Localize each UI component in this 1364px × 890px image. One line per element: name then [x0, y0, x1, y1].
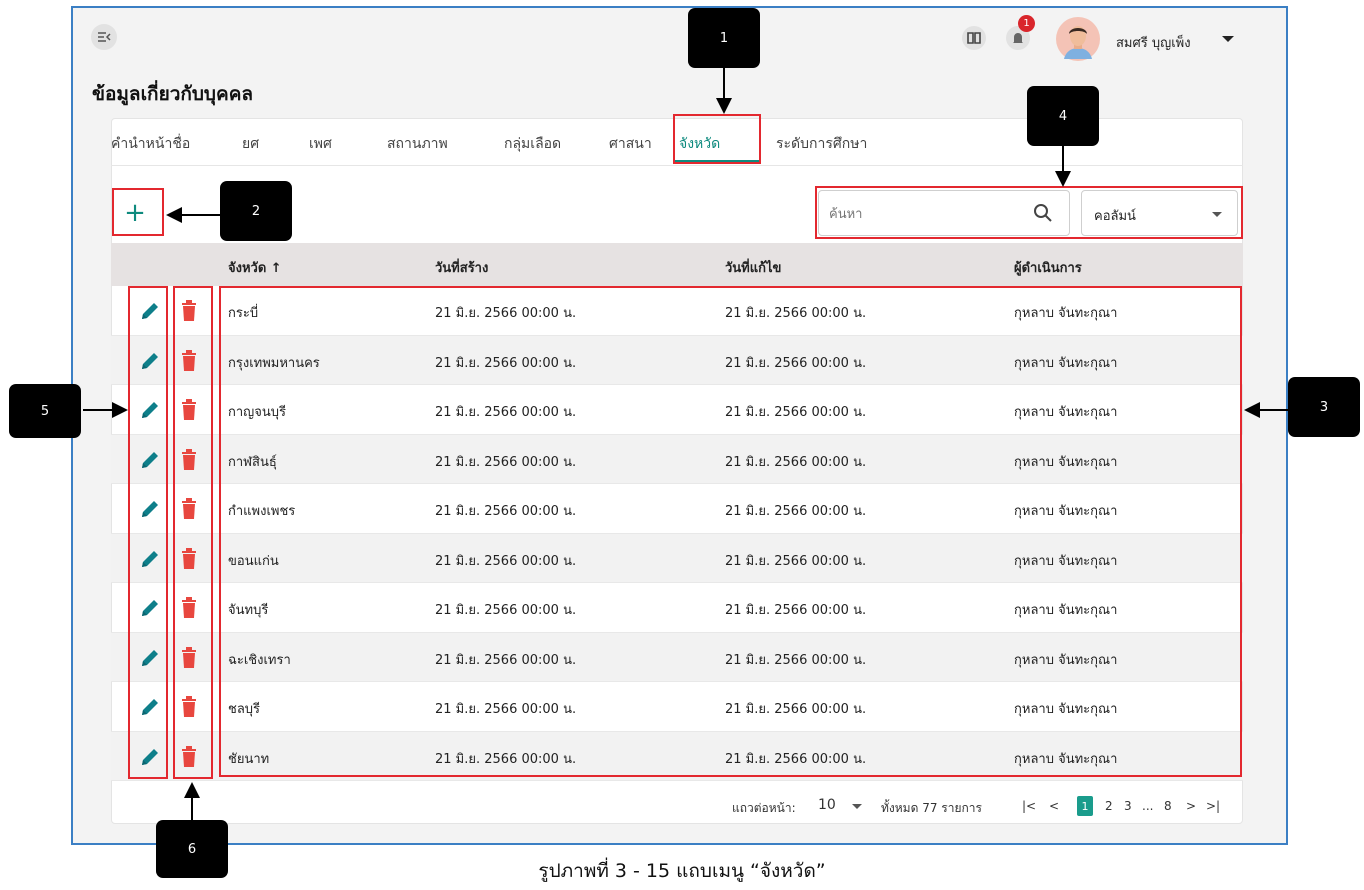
tab-religion[interactable]: ศาสนา [609, 133, 652, 155]
tab-name-prefix[interactable]: คำนำหน้าชื่อ [111, 133, 190, 155]
pagination: แถวต่อหน้า: 10 ทั้งหมด 77 รายการ |< < 1 … [111, 786, 1243, 822]
tab-blood-group[interactable]: กลุ่มเลือด [504, 133, 561, 155]
tab-education-level[interactable]: ระดับการศึกษา [776, 133, 867, 155]
rows-per-page-label: แถวต่อหน้า: [732, 801, 796, 815]
highlight-box-5 [128, 286, 168, 779]
column-header-province[interactable]: จังหวัด ↑ [228, 257, 282, 278]
tab-marital-status[interactable]: สถานภาพ [387, 133, 448, 155]
avatar[interactable] [1056, 17, 1100, 61]
highlight-box-2 [112, 188, 164, 236]
next-page-button[interactable]: > [1186, 799, 1196, 813]
highlight-box-4 [815, 186, 1243, 239]
notification-badge: 1 [1018, 15, 1035, 32]
highlight-box-6 [173, 286, 213, 779]
user-name[interactable]: สมศรี บุญเพ็ง [1116, 32, 1191, 53]
callout-2: 2 [220, 181, 292, 241]
chevron-down-icon[interactable] [852, 804, 862, 809]
prev-page-button[interactable]: < [1049, 799, 1059, 813]
callout-1: 1 [688, 8, 760, 68]
table-header: จังหวัด ↑ วันที่สร้าง วันที่แก้ไข ผู้ดำเ… [111, 243, 1243, 286]
chevron-down-icon[interactable] [1222, 36, 1234, 42]
last-page-button[interactable]: >| [1206, 799, 1220, 813]
page-button-8[interactable]: 8 [1164, 799, 1172, 813]
column-header-created[interactable]: วันที่สร้าง [435, 257, 488, 278]
tab-rank[interactable]: ยศ [242, 133, 259, 155]
page-title: ข้อมูลเกี่ยวกับบุคคล [92, 83, 254, 105]
page-button-2[interactable]: 2 [1105, 799, 1113, 813]
book-icon[interactable] [962, 26, 986, 50]
column-header-modified[interactable]: วันที่แก้ไข [725, 257, 781, 278]
callout-5: 5 [9, 384, 81, 438]
page-button-1[interactable]: 1 [1077, 796, 1093, 816]
total-count: ทั้งหมด 77 รายการ [881, 801, 982, 815]
figure-caption: รูปภาพที่ 3 - 15 แถบเมนู “จังหวัด” [538, 860, 826, 882]
page-button-3[interactable]: 3 [1124, 799, 1132, 813]
column-header-operator[interactable]: ผู้ดำเนินการ [1014, 257, 1082, 278]
tab-gender[interactable]: เพศ [309, 133, 332, 155]
first-page-button[interactable]: |< [1022, 799, 1036, 813]
callout-4: 4 [1027, 86, 1099, 146]
menu-collapse-icon[interactable] [91, 24, 117, 50]
highlight-box-3 [219, 286, 1242, 777]
callout-3: 3 [1288, 377, 1360, 437]
highlight-box-1 [673, 114, 761, 164]
rows-per-page-value[interactable]: 10 [818, 797, 836, 813]
page-ellipsis: ... [1142, 799, 1154, 813]
